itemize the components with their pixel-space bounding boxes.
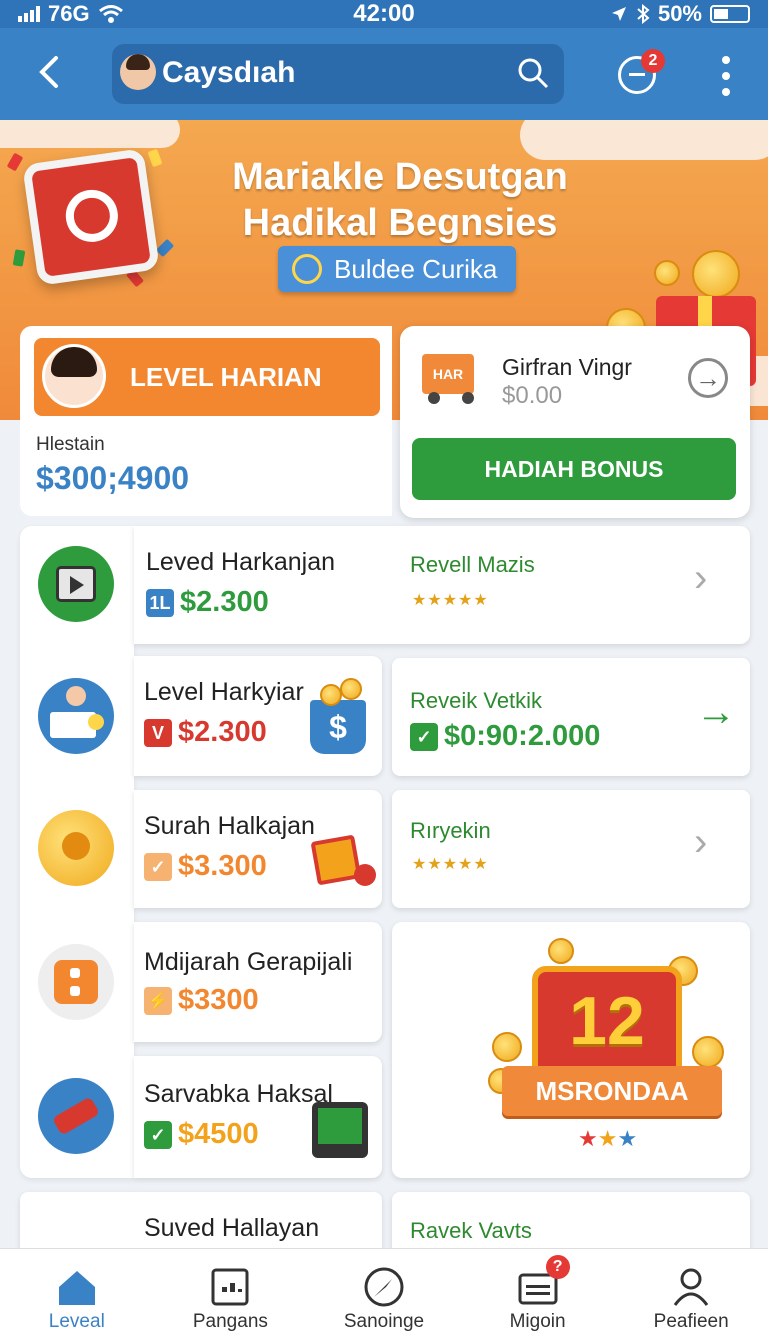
- chevron-right-icon[interactable]: ›: [694, 556, 707, 601]
- compass-icon: [292, 254, 322, 284]
- list-item[interactable]: Sarvabka Haksal ✓ $4500: [134, 1056, 382, 1178]
- chart-screen-icon: [312, 1102, 368, 1158]
- nav-pangans[interactable]: Pangans: [154, 1249, 308, 1344]
- balance-label: Hlestain: [36, 434, 105, 455]
- delivery-truck-icon: HAR: [418, 348, 482, 404]
- nav-label: Migoin: [509, 1311, 566, 1332]
- row-right-label: Ravek Vavts: [410, 1218, 532, 1243]
- battery-icon: [710, 5, 750, 23]
- chevron-right-icon[interactable]: ›: [694, 820, 707, 865]
- list-item[interactable]: Mdijarah Gerapijali ⚡ $3300: [134, 922, 382, 1042]
- promo-number: 12: [569, 983, 645, 1059]
- stars-icon: ★★★: [578, 1126, 638, 1151]
- search-bar[interactable]: Caysdıah: [112, 44, 564, 104]
- play-icon[interactable]: [38, 546, 114, 622]
- row-title: Suved Hallayan: [144, 1214, 320, 1242]
- row-price: ⚡ $3300: [144, 984, 259, 1017]
- avatar[interactable]: [120, 54, 156, 90]
- rating-stars: ★★★★★: [412, 856, 489, 873]
- list-item[interactable]: Leved Harkanjan 1L $2.300 Revell Mazis ★★…: [134, 526, 750, 644]
- arrow-right-icon[interactable]: →: [688, 358, 728, 398]
- bluetooth-icon: [637, 4, 650, 24]
- bonus-button[interactable]: HADIAH BONUS: [412, 438, 736, 500]
- banner-cta-label: Buldee Curika: [334, 254, 498, 284]
- row-title: Mdijarah Gerapijali: [144, 948, 353, 976]
- arrow-right-icon[interactable]: →: [696, 690, 736, 735]
- banner-title-line1: Mariakle Desutgan: [232, 156, 568, 198]
- row-title: Surah Halkajan: [144, 812, 315, 840]
- row-right-label: Rıryekin: [410, 818, 491, 843]
- back-button[interactable]: [30, 52, 70, 92]
- compass-icon: [364, 1267, 404, 1307]
- search-icon[interactable]: [516, 56, 550, 90]
- grid-icon: [211, 1268, 249, 1306]
- banner-title-line2: Hadikal Begnsies: [242, 202, 558, 244]
- nav-label: Sanoinge: [343, 1311, 425, 1332]
- status-bar: 76G 42:00 50%: [0, 0, 768, 28]
- bottom-nav: Leveal Pangans Sanoinge ? Migoin Peafiee…: [0, 1248, 768, 1344]
- home-icon: [58, 1271, 95, 1305]
- row-price: V $2.300: [144, 716, 267, 749]
- chat-icon[interactable]: 2: [618, 49, 665, 94]
- firecracker-icon[interactable]: [38, 1078, 114, 1154]
- list-item[interactable]: Surah Halkajan ✓ $3.300: [134, 790, 382, 908]
- rating-stars: ★★★★★: [412, 592, 489, 609]
- notification-badge: 2: [641, 49, 665, 73]
- promo-card[interactable]: 12 MSRONDAA ★★★: [392, 922, 750, 1178]
- promo-ribbon: MSRONDAA: [502, 1066, 722, 1116]
- user-icon: [673, 1268, 709, 1306]
- row-price: ✓ $4500: [144, 1118, 259, 1151]
- chevron-left-icon: [39, 56, 58, 88]
- user-avatar: [42, 344, 106, 408]
- row-price: ✓ $3.300: [144, 850, 267, 883]
- inbox-icon: ?: [516, 1255, 570, 1309]
- row-right-label: Revell Mazis: [410, 552, 535, 577]
- money-bucket-icon: $: [310, 700, 366, 754]
- row-title: Leved Harkanjan: [146, 548, 336, 576]
- nav-label: Peafieen: [653, 1311, 729, 1332]
- row-title: Level Harkyiar: [144, 678, 304, 706]
- level-badge[interactable]: LEVEL HARIAN: [34, 338, 380, 416]
- nav-sanoinge[interactable]: Sanoinge: [307, 1249, 461, 1344]
- banner-cta-button[interactable]: Buldee Curika: [278, 246, 516, 292]
- list-item[interactable]: Level Harkyiar V $2.300 $: [134, 656, 382, 776]
- nav-home[interactable]: Leveal: [0, 1249, 154, 1344]
- list-item[interactable]: Reveik Vetkik ✓ $0:90:2.000 →: [392, 658, 750, 776]
- profile-name: Caysdıah: [162, 56, 296, 89]
- dice-icon[interactable]: [38, 944, 114, 1020]
- list-item[interactable]: Rıryekin ★★★★★ ›: [392, 790, 750, 908]
- level-label: LEVEL HARIAN: [130, 362, 322, 392]
- row-right-label: Reveik Vetkik: [410, 688, 543, 713]
- row-title: Sarvabka Haksal: [144, 1080, 333, 1108]
- nav-label: Leveal: [48, 1311, 105, 1332]
- row-right-value: ✓ $0:90:2.000: [410, 720, 600, 753]
- nav-migoin[interactable]: ? Migoin: [461, 1249, 615, 1344]
- more-menu-icon[interactable]: [722, 56, 732, 96]
- balance-value: $300;4900: [36, 460, 190, 496]
- location-icon: [611, 7, 626, 21]
- notification-badge: ?: [545, 1255, 570, 1279]
- row-price: 1L $2.300: [146, 586, 269, 619]
- person-icon[interactable]: [38, 678, 114, 754]
- gift-amount: $0.00: [502, 382, 563, 409]
- battery-label: 50%: [657, 1, 702, 26]
- nav-label: Pangans: [192, 1311, 268, 1332]
- coin-icon[interactable]: [38, 810, 114, 886]
- nav-profile[interactable]: Peafieen: [614, 1249, 768, 1344]
- gift-card: HAR Girfran Vingr $0.00 → HADIAH BONUS: [400, 326, 750, 518]
- app-header: Caysdıah 2: [0, 28, 768, 120]
- gift-title: Girfran Vingr: [502, 354, 632, 380]
